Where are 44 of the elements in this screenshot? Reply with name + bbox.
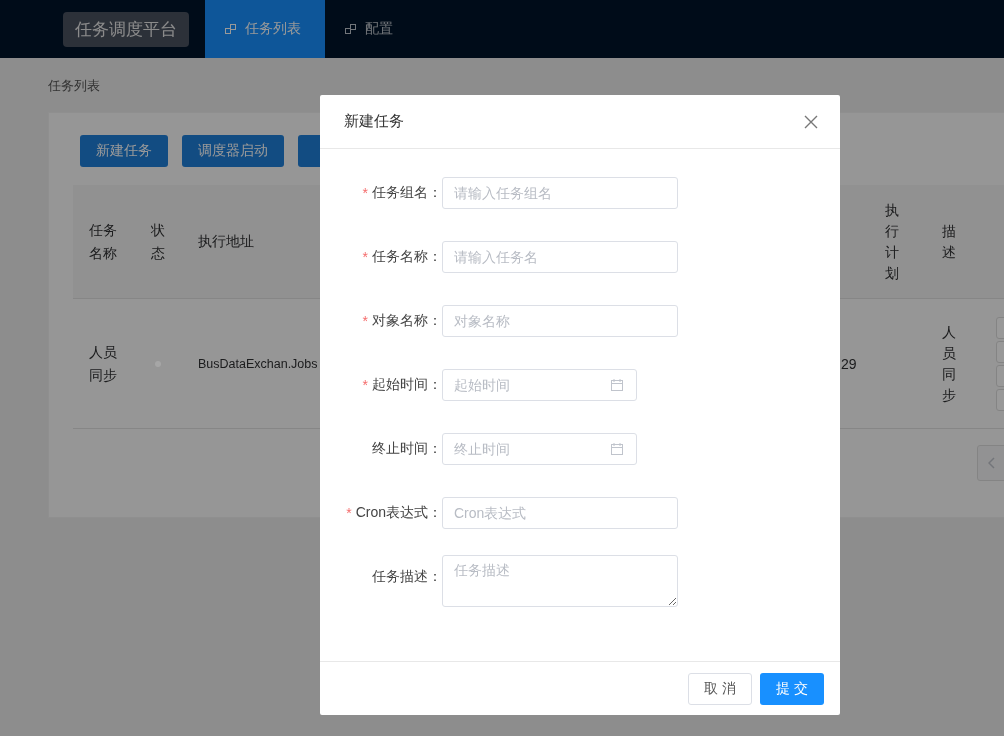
nav-icon bbox=[345, 24, 357, 34]
required-mark: * bbox=[362, 313, 368, 329]
table-cell: 29 bbox=[841, 355, 857, 372]
app-logo[interactable]: 任务调度平台 bbox=[63, 11, 189, 47]
input-field[interactable]: 请输入任务组名 bbox=[442, 177, 678, 209]
field-label: 对象名称： bbox=[372, 312, 442, 330]
column-header: 执行计划 bbox=[885, 200, 899, 283]
column-header: 状态 bbox=[151, 221, 166, 263]
breadcrumb: 任务列表 bbox=[48, 77, 101, 95]
calendar-icon bbox=[611, 443, 623, 455]
toolbar-button[interactable]: 新建任务 bbox=[80, 135, 168, 167]
input-field[interactable]: 请输入任务名 bbox=[442, 241, 678, 273]
table-cell-text: 人员同步 bbox=[942, 322, 956, 405]
date-field[interactable]: 起始时间 bbox=[442, 369, 637, 401]
field-label: 任务名称： bbox=[372, 248, 442, 266]
table-cell: BusDataExchan.Jobs bbox=[198, 356, 318, 371]
required-mark: * bbox=[362, 377, 368, 393]
cancel-button[interactable]: 取 消 bbox=[688, 672, 752, 705]
field-label: 任务描述： bbox=[372, 568, 442, 586]
dialog-title: 新建任务 bbox=[344, 112, 404, 131]
nav-icon bbox=[225, 24, 237, 34]
input-field[interactable]: 对象名称 bbox=[442, 305, 678, 337]
toolbar-button[interactable]: 调度器启动 bbox=[182, 135, 284, 167]
field-label: 起始时间： bbox=[372, 376, 442, 394]
input-field[interactable]: Cron表达式 bbox=[442, 497, 678, 529]
chevron-left-icon bbox=[988, 457, 996, 469]
required-mark: * bbox=[362, 249, 368, 265]
previous-page-button[interactable] bbox=[977, 445, 1004, 481]
calendar-icon bbox=[611, 379, 623, 391]
date-field[interactable]: 终止时间 bbox=[442, 433, 637, 465]
required-mark: * bbox=[346, 505, 352, 521]
column-header: 执行地址 bbox=[198, 232, 254, 251]
required-mark: * bbox=[362, 185, 368, 201]
table-cell-text: 人员同步 bbox=[89, 343, 118, 385]
field-label: Cron表达式： bbox=[355, 504, 442, 522]
column-header: 描述 bbox=[942, 221, 956, 262]
field-label: 任务组名： bbox=[372, 184, 442, 202]
column-header: 任务名称 bbox=[89, 221, 118, 263]
close-icon[interactable] bbox=[804, 114, 818, 129]
textarea-field[interactable]: 任务描述 bbox=[442, 555, 678, 607]
nav-tab[interactable]: 任务列表 bbox=[205, 0, 325, 58]
submit-button[interactable]: 提 交 bbox=[760, 672, 824, 705]
nav-tab[interactable]: 配置 bbox=[325, 0, 413, 58]
field-label: 终止时间： bbox=[372, 440, 442, 458]
